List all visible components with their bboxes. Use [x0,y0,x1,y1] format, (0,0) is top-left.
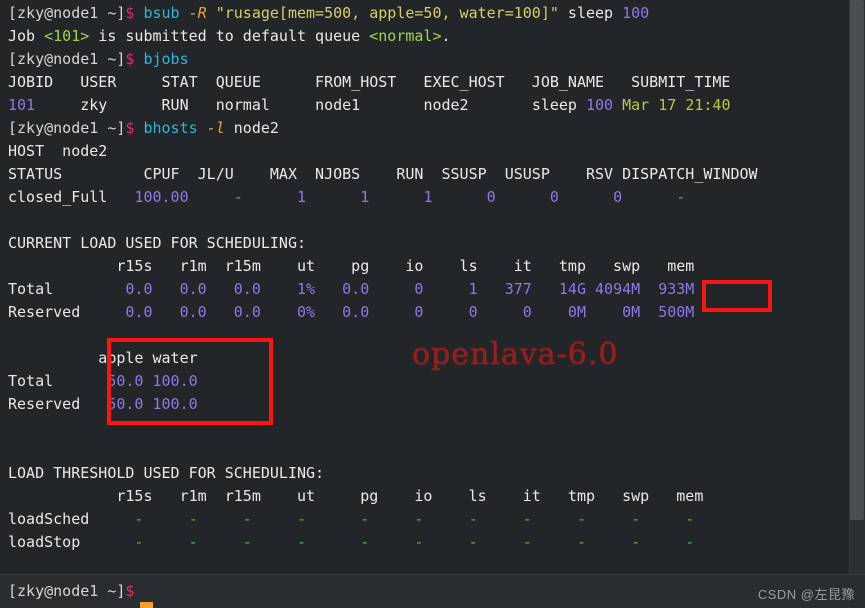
bhosts-status-row: closed_Full 100.00 - 1 1 1 0 0 0 - [8,186,849,209]
row-label-total: Total [8,280,54,298]
cell-status: closed_Full [8,188,108,206]
command-bjobs: bjobs [143,50,189,68]
current-load-header: r15s r1m r15m ut pg io ls it tmp swp mem [8,257,695,275]
row-values-total: 0.0 0.0 0.0 1% 0.0 0 1 377 14G 4094M 933… [53,280,695,298]
terminal-window: [zky@node1 ~]$ bsub -R "rusage[mem=500, … [0,0,865,608]
cell-user: zky [80,96,108,114]
flag-l: -l [206,119,225,137]
bjobs-header-row: JOBID USER STAT QUEUE FROM_HOST EXEC_HOS… [8,73,731,91]
current-load-reserved-row: Reserved 0.0 0.0 0.0 0% 0.0 0 0 0 0M 0M … [8,301,849,324]
scrollbar-track[interactable] [849,0,865,574]
resource-reserved-row: Reserved 50.0 100.0 [8,393,849,416]
command-bsub: bsub [143,4,180,22]
row-label-reserved: Reserved [8,303,81,321]
command-bhosts: bhosts [143,119,198,137]
text-cursor [140,602,153,608]
output-job-submitted: Job <101> is submitted to default queue … [8,25,849,48]
job-id: <101> [44,27,90,45]
cell-jlu: - [233,188,243,206]
host-line: HOST node2 [8,142,108,160]
prompt-user-host: [zky@node1 ~] [8,4,126,22]
current-load-title: CURRENT LOAD USED FOR SCHEDULING: [8,234,307,252]
job-prefix: Job [8,27,45,45]
row-values-res-total: 50.0 100.0 [53,372,198,390]
row-label-loadsched: loadSched [8,510,90,528]
row-label-res-reserved: Reserved [8,395,81,413]
cell-job-num: 100 [586,96,614,114]
rusage-string: "rusage[mem=500, apple=50, water=100]" [215,4,559,22]
cell-from-host: node1 [315,96,361,114]
sleep-word: sleep [567,4,614,22]
row-values-res-reserved: 50.0 100.0 [80,395,198,413]
cell-stat: RUN [161,96,189,114]
load-threshold-header: r15s r1m r15m ut pg io ls it tmp swp mem [8,487,704,505]
prompt-dollar: $ [125,582,135,600]
terminal-output-area[interactable]: [zky@node1 ~]$ bsub -R "rusage[mem=500, … [0,0,849,574]
sleep-duration: 100 [622,4,650,22]
active-prompt-line[interactable]: [zky@node1 ~]$ [8,580,134,603]
csdn-watermark: CSDN @左昆豫 [757,587,855,602]
prompt-user-host: [zky@node1 ~] [8,582,126,600]
cell-cpuf: 100.00 [134,188,189,206]
scrollbar-thumb[interactable] [850,0,864,520]
row-label-res-total: Total [8,372,54,390]
cell-njobs: 1 [360,188,370,206]
prompt-user-host: [zky@node1 ~] [8,119,126,137]
command-line-bjobs: [zky@node1 ~]$ bjobs [8,48,849,71]
cell-job-name: sleep [531,96,577,114]
bottom-prompt-bar: [zky@node1 ~]$ CSDN @左昆豫 [0,574,865,608]
cell-jobid: 101 [8,96,36,114]
cell-ssusp: 0 [486,188,496,206]
cell-dispatch-window: - [676,188,686,206]
loadstop-row: loadStop - - - - - - - - - - - [8,531,849,554]
job-mid: is submitted to default queue [89,27,370,45]
flag-R: -R [188,4,207,22]
cell-max: 1 [297,188,307,206]
cell-exec-host: node2 [423,96,469,114]
loadsched-row: loadSched - - - - - - - - - - - [8,508,849,531]
current-load-total-row: Total 0.0 0.0 0.0 1% 0.0 0 1 377 14G 409… [8,278,849,301]
prompt-user-host: [zky@node1 ~] [8,50,126,68]
row-values-loadstop: - - - - - - - - - - - [80,533,695,551]
row-values-loadsched: - - - - - - - - - - - [89,510,695,528]
row-values-reserved: 0.0 0.0 0.0 0% 0.0 0 0 0 0M 0M 500M [80,303,695,321]
bjobs-data-row: 101 zky RUN normal node1 node2 sleep 100… [8,94,849,117]
cell-queue: normal [215,96,270,114]
command-line-bhosts: [zky@node1 ~]$ bhosts -l node2 [8,117,849,140]
cell-rsv: 0 [613,188,623,206]
resource-total-row: Total 50.0 100.0 [8,370,849,393]
row-label-loadstop: loadStop [8,533,81,551]
cell-submit-time: Mar 17 21:40 [622,96,731,114]
queue-name: <normal> [369,27,442,45]
command-line-bsub: [zky@node1 ~]$ bsub -R "rusage[mem=500, … [8,2,849,25]
cell-ususp: 0 [549,188,559,206]
openlava-watermark: openlava-6.0 [412,337,619,372]
job-suffix: . [441,27,451,45]
load-threshold-title: LOAD THRESHOLD USED FOR SCHEDULING: [8,464,325,482]
bhosts-status-header: STATUS CPUF JL/U MAX NJOBS RUN SSUSP USU… [8,165,758,183]
arg-node2: node2 [233,119,279,137]
